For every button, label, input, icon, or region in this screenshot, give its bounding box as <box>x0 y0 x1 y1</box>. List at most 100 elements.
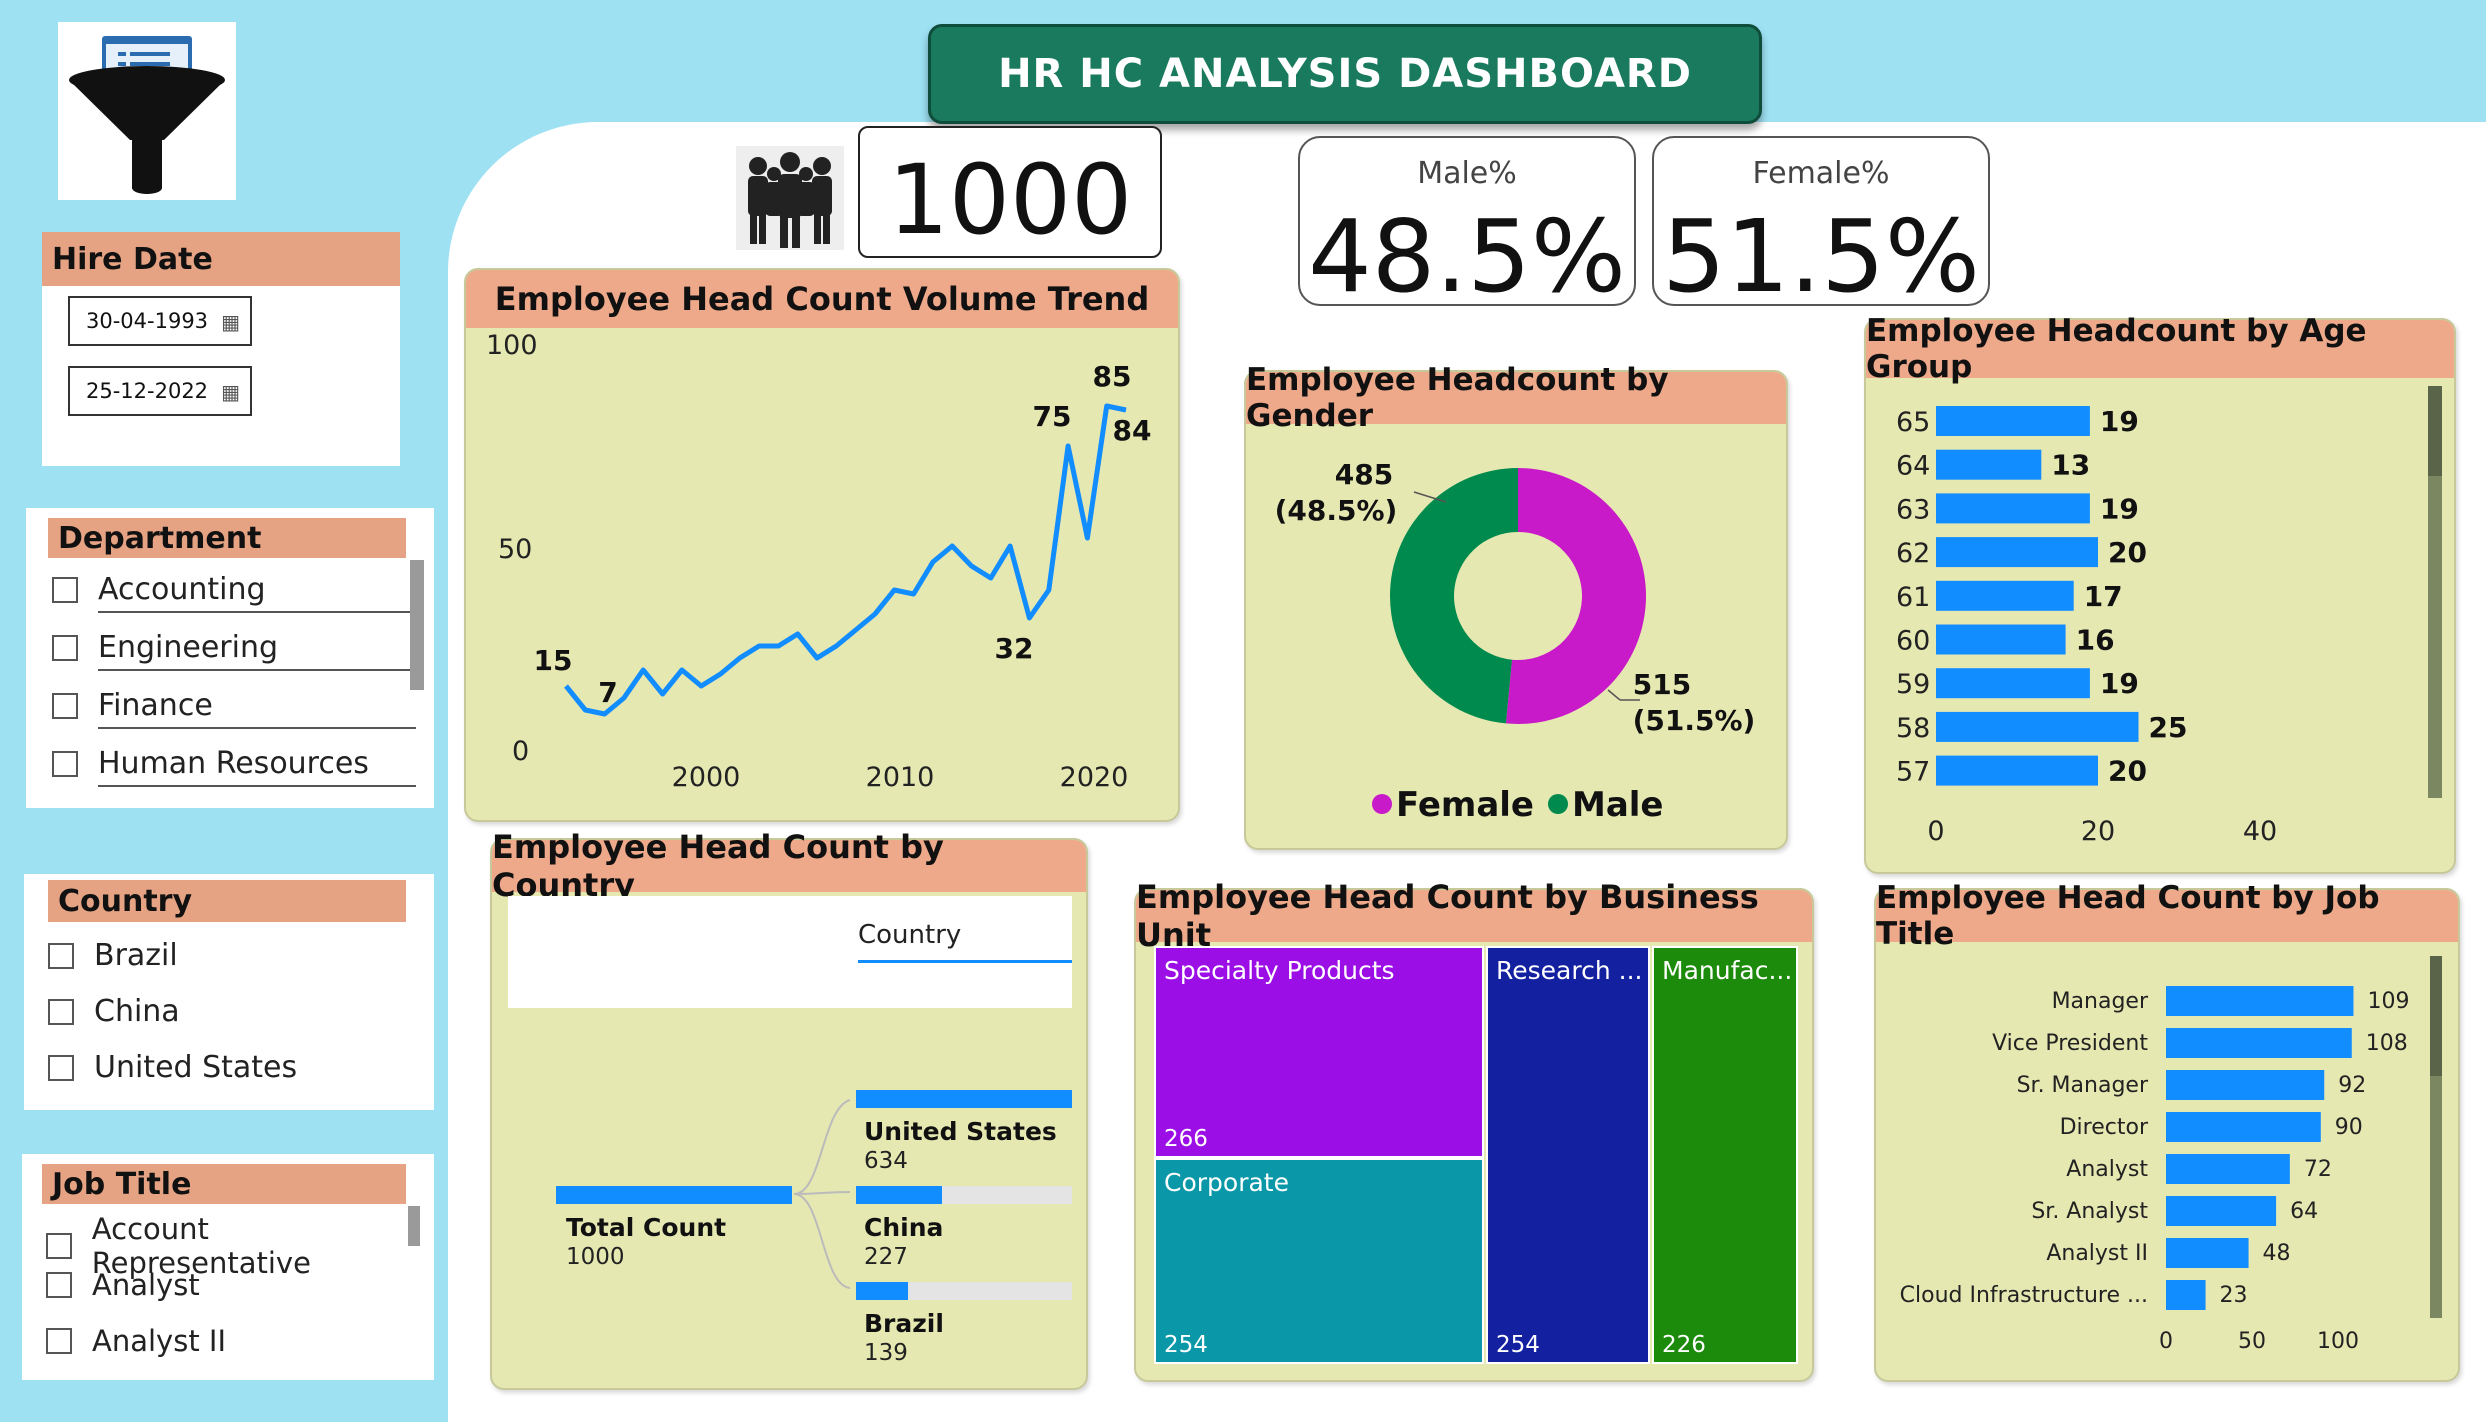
people-group-icon <box>736 146 844 250</box>
data-label: 20 <box>2108 536 2147 569</box>
treemap-cell-label: Manufac... <box>1662 956 1793 985</box>
male-slice <box>1389 468 1518 724</box>
hire-date-start-value: 30-04-1993 <box>86 309 209 333</box>
department-option[interactable]: Finance <box>52 688 213 723</box>
scrollbar-thumb[interactable] <box>410 560 424 690</box>
data-label: 48 <box>2263 1241 2291 1266</box>
category-label: 61 <box>1896 582 1930 613</box>
scrollbar-thumb[interactable] <box>408 1206 420 1246</box>
data-label: 92 <box>2338 1073 2366 1098</box>
job-title-bar <box>2166 986 2354 1016</box>
category-label: 58 <box>1896 713 1930 744</box>
department-option[interactable]: Human Resources <box>52 746 369 781</box>
trend-series-line <box>564 403 1127 717</box>
job-title-option[interactable]: Analyst II <box>46 1324 226 1358</box>
treemap-cell-manufacturing[interactable]: Manufac... 226 <box>1652 946 1798 1364</box>
data-label: 17 <box>2084 580 2123 613</box>
department-slicer: Department Accounting Engineering Financ… <box>26 508 434 808</box>
category-label: Cloud Infrastructure ... <box>1900 1283 2148 1308</box>
department-option[interactable]: Accounting <box>52 572 266 607</box>
department-option-label: Engineering <box>98 630 278 665</box>
checkbox[interactable] <box>48 998 74 1025</box>
age-bar <box>1936 668 2090 699</box>
checkbox[interactable] <box>48 1054 74 1081</box>
department-option[interactable]: Engineering <box>52 630 278 665</box>
male-pct-label: (48.5%) <box>1275 494 1398 527</box>
male-pct-card: Male% 48.5% <box>1298 136 1636 315</box>
checkbox[interactable] <box>52 692 78 719</box>
category-label: Vice President <box>1992 1031 2148 1056</box>
category-label: Analyst II <box>2046 1241 2148 1266</box>
female-count-label: 515 <box>1633 668 1691 701</box>
treemap-cell-value: 226 <box>1662 1332 1706 1358</box>
data-label: 108 <box>2366 1031 2408 1056</box>
calendar-icon[interactable]: ▦ <box>221 380 240 404</box>
category-label: 60 <box>1896 626 1930 657</box>
age-bar <box>1936 537 2098 568</box>
country-option-label: Brazil <box>94 938 178 973</box>
legend-male-label: Male <box>1572 785 1664 825</box>
hire-date-end-value: 25-12-2022 <box>86 379 209 403</box>
checkbox[interactable] <box>46 1272 72 1298</box>
category-label: 65 <box>1896 407 1930 438</box>
funnel-filter-icon <box>69 36 225 194</box>
data-label: 109 <box>2367 989 2409 1014</box>
female-pct-value: 51.5% <box>1662 198 1980 315</box>
treemap-cell-label: Specialty Products <box>1164 956 1395 985</box>
country-tree-card: Employee Head Count by Country Country T… <box>490 828 1088 1390</box>
node-label: China <box>864 1213 943 1242</box>
treemap-cell-corporate[interactable]: Corporate 254 <box>1154 1158 1484 1364</box>
country-option[interactable]: China <box>48 994 180 1029</box>
checkbox[interactable] <box>46 1328 72 1354</box>
scrollbar-thumb[interactable] <box>2430 956 2442 1076</box>
male-pct-label: Male% <box>1417 156 1517 191</box>
x-tick: 100 <box>2317 1329 2359 1354</box>
x-tick: 20 <box>2081 816 2115 847</box>
job-title-option-label: Analyst II <box>92 1324 227 1358</box>
gender-donut-chart: 485 (48.5%) 515 (51.5%) Female Male <box>1275 458 1756 825</box>
scrollbar-thumb[interactable] <box>2428 386 2442 476</box>
category-label: 57 <box>1896 757 1930 788</box>
checkbox[interactable] <box>48 942 74 969</box>
checkbox[interactable] <box>52 576 78 603</box>
job-title-bar-chart: 0 50 100 Manager 109 Vice President 108 Sr. … <box>1900 956 2442 1354</box>
country-option[interactable]: United States <box>48 1050 297 1085</box>
node-bar-china <box>856 1186 942 1204</box>
total-employees-card: 1000 <box>858 126 1162 258</box>
calendar-icon[interactable]: ▦ <box>221 310 240 334</box>
checkbox[interactable] <box>52 634 78 661</box>
hire-date-end-input[interactable]: 25-12-2022 ▦ <box>68 366 252 416</box>
data-label: 7 <box>598 676 617 709</box>
job-title-bar <box>2166 1196 2277 1226</box>
checkbox[interactable] <box>52 750 78 777</box>
checkbox[interactable] <box>46 1233 72 1259</box>
treemap-cell-label: Research ... <box>1496 956 1643 985</box>
treemap-cell-value: 254 <box>1164 1332 1208 1358</box>
data-label: 75 <box>1033 400 1072 433</box>
hire-date-start-input[interactable]: 30-04-1993 ▦ <box>68 296 252 346</box>
category-label: 64 <box>1896 451 1930 482</box>
treemap-cell-specialty-products[interactable]: Specialty Products 266 <box>1154 946 1484 1158</box>
category-label: Sr. Analyst <box>2031 1199 2148 1224</box>
data-label: 20 <box>2108 755 2147 788</box>
age-bar <box>1936 755 2098 786</box>
job-title-bar <box>2166 1070 2325 1100</box>
category-label: Analyst <box>2066 1157 2148 1182</box>
male-pct-value: 48.5% <box>1308 198 1626 315</box>
job-title-slicer-title: Job Title <box>42 1164 406 1204</box>
treemap-cell-research[interactable]: Research ... 254 <box>1486 946 1650 1364</box>
hire-date-title: Hire Date <box>42 232 400 286</box>
node-value: 139 <box>864 1340 908 1366</box>
country-slicer: Country Brazil China United States <box>24 874 434 1110</box>
category-label: Sr. Manager <box>2017 1073 2149 1098</box>
total-employees-value: 1000 <box>887 144 1133 256</box>
job-title-option[interactable]: Analyst <box>46 1268 200 1302</box>
job-title-bar <box>2166 1112 2321 1142</box>
age-bar <box>1936 711 2139 742</box>
y-tick: 100 <box>486 330 538 361</box>
data-label: 25 <box>2149 711 2188 744</box>
country-option[interactable]: Brazil <box>48 938 178 973</box>
age-bar-chart: 0 20 40 65 19 64 13 63 19 62 20 61 17 60 16 59 19 58 25… <box>1896 386 2442 847</box>
department-option-label: Human Resources <box>98 746 369 781</box>
business-unit-title: Employee Head Count by Business Unit <box>1136 878 1812 954</box>
